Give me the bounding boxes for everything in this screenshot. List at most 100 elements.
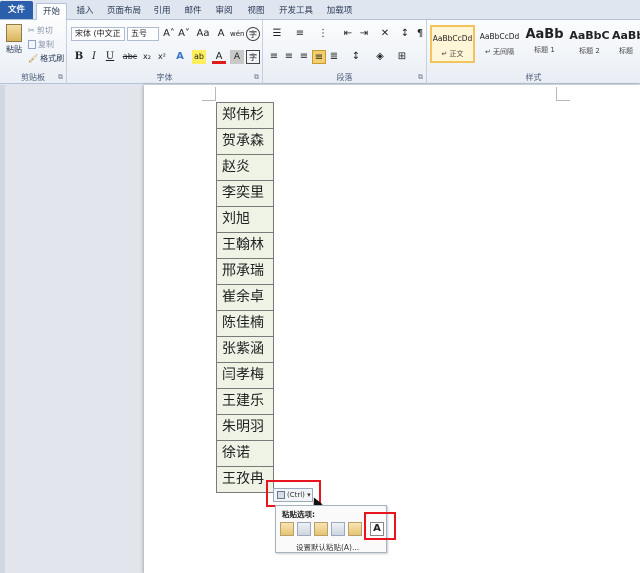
font-group: 宋体 (中文正 五号 A˄ A˅ Aa A wén 字 B I U abc x₂… bbox=[67, 20, 263, 84]
table-cell[interactable]: 李奕里 bbox=[216, 180, 274, 207]
style-no-spacing[interactable]: AaBbCcDd ↵ 无间隔 bbox=[477, 25, 522, 63]
tab-add-ins[interactable]: 加载项 bbox=[323, 3, 356, 20]
highlight-button[interactable]: ab bbox=[192, 50, 206, 64]
font-color-button[interactable]: A bbox=[212, 50, 226, 64]
table-row: 张紫涵 bbox=[216, 336, 274, 363]
multilevel-list-button[interactable]: ⋮ bbox=[313, 27, 333, 41]
names-table[interactable]: 郑伟杉 贺承森 赵炎 李奕里 刘旭 王翰林 邢承瑞 崔余卓 陈佳楠 张紫涵 闫孝… bbox=[216, 102, 274, 493]
underline-button[interactable]: U bbox=[103, 50, 117, 64]
table-row: 王翰林 bbox=[216, 232, 274, 259]
table-row: 朱明羽 bbox=[216, 414, 274, 441]
shrink-font-button[interactable]: A˅ bbox=[177, 27, 191, 41]
increase-indent-button[interactable]: ⇥ bbox=[357, 27, 371, 41]
tab-insert[interactable]: 插入 bbox=[72, 3, 98, 20]
grow-font-button[interactable]: A˄ bbox=[162, 27, 176, 41]
paintbrush-icon: 🖌 bbox=[28, 54, 39, 63]
table-cell[interactable]: 王孜冉 bbox=[216, 466, 274, 493]
justify-button[interactable]: ≡ bbox=[312, 50, 326, 64]
font-size-dropdown[interactable]: 五号 bbox=[127, 27, 159, 41]
table-row: 徐诺 bbox=[216, 440, 274, 467]
font-name-dropdown[interactable]: 宋体 (中文正 bbox=[71, 27, 125, 41]
clipboard-launcher-icon[interactable]: ⧉ bbox=[58, 73, 63, 82]
cut-button[interactable]: ✂ 剪切 bbox=[28, 25, 53, 36]
table-cell[interactable]: 崔余卓 bbox=[216, 284, 274, 311]
insert-rows-icon[interactable] bbox=[331, 522, 345, 536]
highlight-box-text-only bbox=[364, 512, 396, 540]
tab-file[interactable]: 文件 bbox=[0, 1, 33, 19]
styles-group-label: 样式 bbox=[525, 73, 542, 82]
table-row: 赵炎 bbox=[216, 154, 274, 181]
table-cell[interactable]: 贺承森 bbox=[216, 128, 274, 155]
strikethrough-button[interactable]: abc bbox=[122, 50, 138, 64]
paragraph-group: ☰ ≡ ⋮ ⇤ ⇥ ✕ ↕ ¶ ≡ ≡ ≡ ≡ ≣ ↕ ◈ ⊞ 段落 ⧉ bbox=[263, 20, 427, 84]
superscript-button[interactable]: x² bbox=[155, 50, 169, 64]
bullets-button[interactable]: ☰ bbox=[267, 27, 287, 41]
paste-button[interactable]: 粘贴 bbox=[4, 24, 24, 62]
merge-table-icon[interactable] bbox=[297, 522, 311, 536]
ribbon-tab-bar: 文件 开始 插入 页面布局 引用 邮件 审阅 视图 开发工具 加载项 bbox=[0, 0, 640, 21]
overwrite-cells-icon[interactable] bbox=[348, 522, 362, 536]
tab-page-layout[interactable]: 页面布局 bbox=[103, 3, 145, 20]
copy-button[interactable]: 复制 bbox=[28, 39, 54, 50]
clear-format-button[interactable]: A bbox=[214, 27, 228, 41]
subscript-button[interactable]: x₂ bbox=[140, 50, 154, 64]
italic-button[interactable]: I bbox=[87, 50, 101, 64]
style-title[interactable]: AaBb 标题 bbox=[612, 25, 640, 63]
table-cell[interactable]: 徐诺 bbox=[216, 440, 274, 467]
font-launcher-icon[interactable]: ⧉ bbox=[254, 73, 259, 82]
phonetic-guide-button[interactable]: wén bbox=[230, 27, 244, 41]
tab-mailings[interactable]: 邮件 bbox=[180, 3, 206, 20]
bold-button[interactable]: B bbox=[72, 50, 86, 64]
table-cell[interactable]: 刘旭 bbox=[216, 206, 274, 233]
set-default-paste-link[interactable]: 设置默认粘贴(A)... bbox=[296, 542, 359, 553]
paragraph-group-label: 段落 bbox=[336, 73, 353, 82]
table-cell[interactable]: 朱明羽 bbox=[216, 414, 274, 441]
char-border-button[interactable]: 字 bbox=[246, 50, 260, 64]
tab-developer[interactable]: 开发工具 bbox=[275, 3, 317, 20]
table-row: 陈佳楠 bbox=[216, 310, 274, 337]
line-spacing-button[interactable]: ↕ bbox=[347, 50, 365, 64]
paste-options-title: 粘贴选项: bbox=[282, 510, 315, 519]
format-painter-button[interactable]: 🖌 格式刷 bbox=[28, 53, 64, 64]
show-marks-button[interactable]: ¶ bbox=[413, 27, 427, 41]
table-row: 闫孝梅 bbox=[216, 362, 274, 389]
shading-button[interactable]: ◈ bbox=[371, 50, 389, 64]
table-cell[interactable]: 王翰林 bbox=[216, 232, 274, 259]
nest-table-icon[interactable] bbox=[314, 522, 328, 536]
distributed-button[interactable]: ≣ bbox=[327, 50, 341, 64]
change-case-button[interactable]: Aa bbox=[194, 27, 212, 41]
align-left-button[interactable]: ≡ bbox=[267, 50, 281, 64]
tab-review[interactable]: 审阅 bbox=[211, 3, 237, 20]
sort-button[interactable]: ↕ bbox=[398, 27, 412, 41]
decrease-indent-button[interactable]: ⇤ bbox=[341, 27, 355, 41]
table-cell[interactable]: 赵炎 bbox=[216, 154, 274, 181]
align-center-button[interactable]: ≡ bbox=[282, 50, 296, 64]
tab-home[interactable]: 开始 bbox=[36, 3, 67, 21]
tab-references[interactable]: 引用 bbox=[149, 3, 175, 20]
clipboard-group: 粘贴 ✂ 剪切 复制 🖌 格式刷 剪贴板 ⧉ bbox=[0, 20, 67, 84]
table-cell[interactable]: 王建乐 bbox=[216, 388, 274, 415]
styles-group: AaBbCcDd ↵ 正文 AaBbCcDd ↵ 无间隔 AaBb 标题 1 A… bbox=[427, 20, 640, 84]
text-effects-button[interactable]: A bbox=[173, 50, 187, 64]
numbering-button[interactable]: ≡ bbox=[290, 27, 310, 41]
style-heading-1[interactable]: AaBb 标题 1 bbox=[522, 25, 567, 63]
paragraph-launcher-icon[interactable]: ⧉ bbox=[418, 73, 423, 82]
chinese-layout-button[interactable]: ✕ bbox=[375, 27, 395, 41]
copy-icon bbox=[28, 40, 36, 49]
table-row: 王建乐 bbox=[216, 388, 274, 415]
style-heading-2[interactable]: AaBbC 标题 2 bbox=[567, 25, 612, 63]
table-cell[interactable]: 张紫涵 bbox=[216, 336, 274, 363]
keep-source-formatting-icon[interactable] bbox=[280, 522, 294, 536]
table-cell[interactable]: 陈佳楠 bbox=[216, 310, 274, 337]
align-right-button[interactable]: ≡ bbox=[297, 50, 311, 64]
table-cell[interactable]: 邢承瑞 bbox=[216, 258, 274, 285]
enclose-char-button[interactable]: 字 bbox=[246, 27, 260, 41]
borders-button[interactable]: ⊞ bbox=[393, 50, 411, 64]
char-shading-button[interactable]: A bbox=[230, 50, 244, 64]
margin-corner-left bbox=[202, 87, 216, 101]
table-cell[interactable]: 闫孝梅 bbox=[216, 362, 274, 389]
style-normal[interactable]: AaBbCcDd ↵ 正文 bbox=[430, 25, 475, 63]
font-group-label: 字体 bbox=[156, 73, 173, 82]
tab-view[interactable]: 视图 bbox=[243, 3, 269, 20]
table-cell[interactable]: 郑伟杉 bbox=[216, 102, 274, 129]
